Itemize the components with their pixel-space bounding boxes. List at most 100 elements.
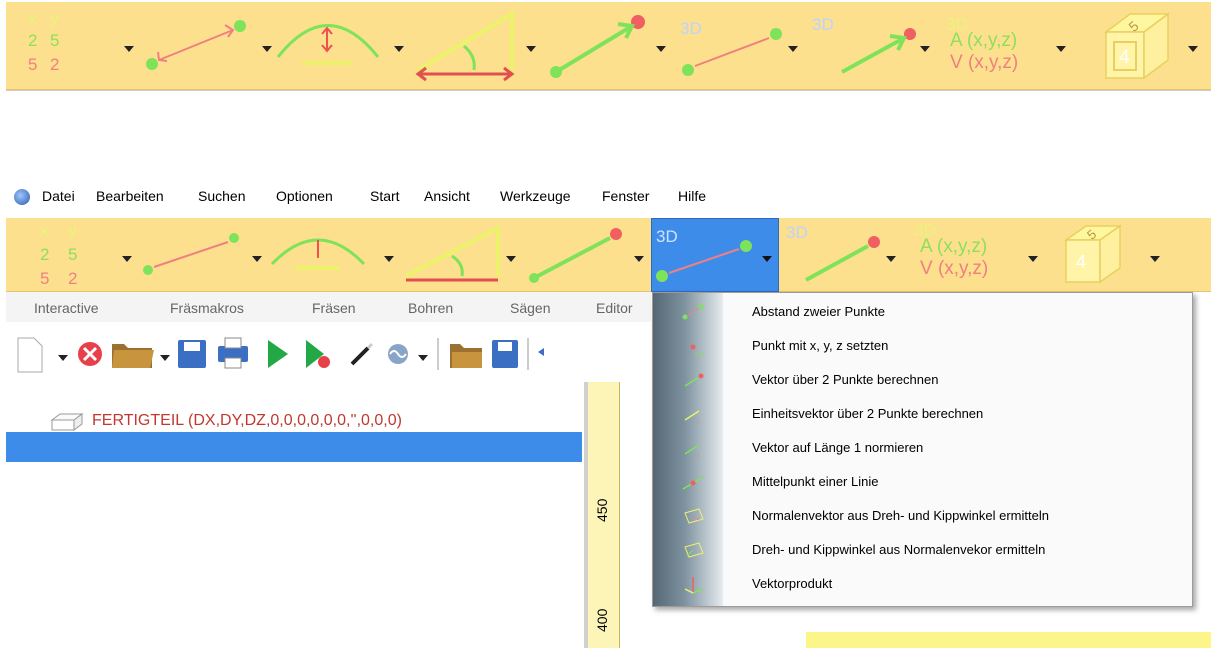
tab-fraesen[interactable]: Fräsen <box>312 300 356 316</box>
dropdown-arrow-icon <box>160 355 170 361</box>
menu-start[interactable]: Start <box>370 188 400 204</box>
dropdown-arrow-icon[interactable] <box>634 256 644 262</box>
dropdown-arrow-icon[interactable] <box>252 256 262 262</box>
play-pause-icon <box>306 340 330 368</box>
av-line2: V (x,y,z) <box>950 52 1019 73</box>
menu-item-dreh-kippwinkel[interactable]: Dreh- und Kippwinkel aus Normalenvekor e… <box>653 533 1192 567</box>
top-ruler-ticks <box>6 90 1211 96</box>
menu-ansicht[interactable]: Ansicht <box>424 188 470 204</box>
tree-root-text: FERTIGTEIL (DX,DY,DZ,0,0,0,0,0,0,'',0,0,… <box>92 412 402 429</box>
menu-bearbeiten[interactable]: Bearbeiten <box>96 188 164 204</box>
dropdown-arrow-icon[interactable] <box>262 46 272 52</box>
toolbar-icons-svg <box>146 10 1171 82</box>
menu-item-mittelpunkt[interactable]: Mittelpunkt einer Linie <box>653 465 1192 499</box>
print-icon <box>218 337 248 369</box>
triangle-angle-icon <box>405 224 500 282</box>
file-toolbar-icons <box>17 337 544 373</box>
menubar: Datei Bearbeiten Suchen Optionen Start A… <box>6 182 1211 208</box>
ruler-label: 400 <box>594 608 610 632</box>
dropdown-arrow-icon[interactable] <box>526 46 536 52</box>
dropdown-arrow-icon[interactable] <box>920 46 930 52</box>
av-line2: V (x,y,z) <box>920 258 989 279</box>
menu-item-label: Vektor über 2 Punkte berechnen <box>752 372 939 387</box>
ribbon-tabs: Interactive Fräsmakros Fräsen Bohren Säg… <box>6 292 651 322</box>
menu-item-vektor-2-punkte[interactable]: Vektor über 2 Punkte berechnen <box>653 363 1192 397</box>
menu-item-label: Punkt mit x, y, z setzten <box>752 338 889 353</box>
save-as-icon <box>492 340 518 368</box>
menu-item-vektor-normieren[interactable]: 1 Vektor auf Länge 1 normieren <box>653 431 1192 465</box>
tab-interactive[interactable]: Interactive <box>34 300 99 316</box>
dropdown-arrow-icon[interactable] <box>506 256 516 262</box>
tab-fraesmakros[interactable]: Fräsmakros <box>170 300 244 316</box>
dropdown-arrow-icon[interactable] <box>1028 256 1038 262</box>
menu-item-einheitsvektor[interactable]: 1 Einheitsvektor über 2 Punkte berechnen <box>653 397 1192 431</box>
workpiece-icon <box>50 413 84 431</box>
point-xyz-icon: x,y,z <box>690 344 705 357</box>
rotation-tilt-icon <box>684 542 704 558</box>
tool-settings-icon <box>388 344 408 364</box>
wand-icon <box>350 342 374 366</box>
dropdown-arrow-icon[interactable] <box>1150 256 1160 262</box>
tree-root-label[interactable]: FERTIGTEIL (DX,DY,DZ,0,0,0,0,0,0,'',0,0,… <box>92 412 402 430</box>
menu-item-label: Abstand zweier Punkte <box>752 304 885 319</box>
dropdown-arrow-icon[interactable] <box>1188 46 1198 52</box>
dropdown-arrow-icon[interactable] <box>886 256 896 262</box>
badge-3d: 3D <box>786 223 808 242</box>
svg-text:1: 1 <box>697 419 700 425</box>
distance-3d-icon <box>656 240 752 282</box>
menu-werkzeuge[interactable]: Werkzeuge <box>500 188 571 204</box>
av-line1: A (x,y,z) <box>920 236 988 257</box>
distance-3d-dropdown-menu: Abstand zweier Punkte x,y,z Punkt mit x,… <box>652 292 1193 607</box>
tree-selected-row[interactable] <box>6 432 582 462</box>
distance-icon <box>682 304 704 320</box>
menu-datei[interactable]: Datei <box>42 188 75 204</box>
menu-item-label: Einheitsvektor über 2 Punkte berechnen <box>752 406 984 421</box>
dropdown-arrow-icon[interactable] <box>1056 46 1066 52</box>
menu-item-abstand-zweier-punkte[interactable]: Abstand zweier Punkte <box>653 295 1192 329</box>
menu-item-label: Mittelpunkt einer Linie <box>752 474 879 489</box>
dropdown-arrow-icon[interactable] <box>656 46 666 52</box>
program-tree: FERTIGTEIL (DX,DY,DZ,0,0,0,0,0,0,'',0,0,… <box>6 382 584 648</box>
midpoint-icon <box>682 476 704 490</box>
canvas-highlight-area <box>806 632 1211 648</box>
tab-bohren[interactable]: Bohren <box>408 300 453 316</box>
menu-optionen[interactable]: Optionen <box>276 188 333 204</box>
file-toolbar <box>6 322 651 382</box>
distance-icon <box>146 20 246 70</box>
unit-vector-icon: 1 <box>684 410 700 425</box>
dropdown-arrow-icon[interactable] <box>394 46 404 52</box>
main-toolbar-strip: x y 2 5 5 2 3D 3D 3D A (x,y,z) V (x,y,z)… <box>6 218 1211 292</box>
open-folder-icon <box>112 344 154 368</box>
top-toolbar-strip: x y 2 5 5 2 3D 3D 3D A (x,y,z) V (x,y,z)… <box>6 2 1211 90</box>
dropdown-arrow-icon[interactable] <box>122 256 132 262</box>
menu-item-vektorprodukt[interactable]: Vektorprodukt <box>653 567 1192 601</box>
menu-fenster[interactable]: Fenster <box>602 188 649 204</box>
ruler-label: 450 <box>594 498 610 522</box>
menu-item-punkt-setzen[interactable]: x,y,z Punkt mit x, y, z setzten <box>653 329 1192 363</box>
menu-item-label: Vektorprodukt <box>752 576 833 591</box>
normalize-vector-icon: 1 <box>684 444 700 459</box>
badge-3d: 3D <box>680 19 702 38</box>
menu-item-normalenvektor[interactable]: Normalenvektor aus Dreh- und Kippwinkel … <box>653 499 1192 533</box>
svg-text:1: 1 <box>697 453 700 459</box>
svg-text:x,y,z: x,y,z <box>695 351 705 357</box>
menu-hilfe[interactable]: Hilfe <box>678 188 706 204</box>
tab-saegen[interactable]: Sägen <box>510 300 550 316</box>
menu-item-label: Vektor auf Länge 1 normieren <box>752 440 924 455</box>
normal-vector-icon <box>684 508 704 524</box>
folder-icon <box>450 344 482 368</box>
cross-product-icon <box>684 577 704 594</box>
dropdown-arrow-icon[interactable] <box>788 46 798 52</box>
vector-3d-icon <box>805 236 880 282</box>
dropdown-arrow-icon[interactable] <box>762 256 772 262</box>
dropdown-arrow-icon[interactable] <box>384 256 394 262</box>
cube-front-number: 4 <box>1119 47 1130 68</box>
av-line1: A (x,y,z) <box>950 30 1018 51</box>
menu-suchen[interactable]: Suchen <box>198 188 245 204</box>
vector-icon <box>550 15 645 78</box>
play-icon <box>268 340 288 368</box>
tab-editor[interactable]: Editor <box>596 300 633 316</box>
cube-front-number: 4 <box>1076 252 1087 272</box>
vector-icon <box>529 228 622 283</box>
triangle-angle-icon <box>415 10 515 82</box>
